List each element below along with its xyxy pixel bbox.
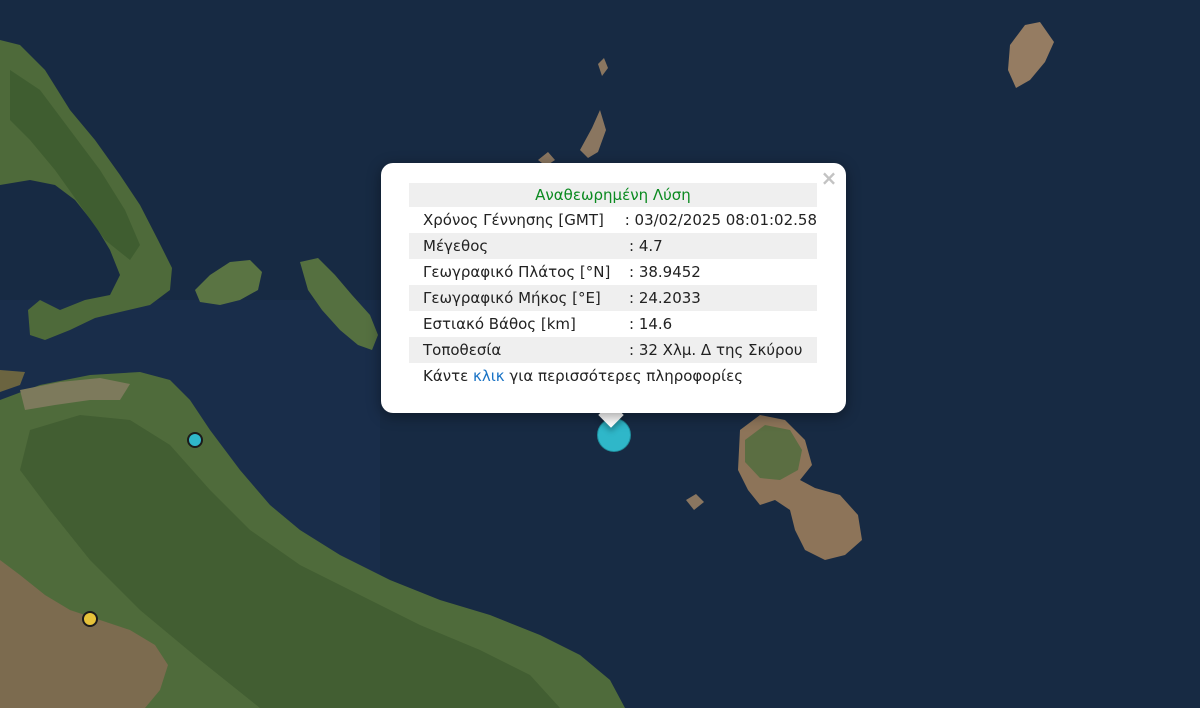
row-value: : 38.9452 [629, 263, 701, 281]
popup-title: Αναθεωρημένη Λύση [409, 183, 817, 207]
row-value: : 24.2033 [629, 289, 701, 307]
earthquake-marker[interactable] [187, 432, 203, 448]
info-row-longitude: Γεωγραφικό Μήκος [°E] : 24.2033 [409, 285, 817, 311]
row-value: : 4.7 [629, 237, 663, 255]
more-info-prefix: Κάντε [423, 367, 474, 385]
more-info-line: Κάντε κλικ για περισσότερες πληροφορίες [409, 363, 817, 389]
info-table: Αναθεωρημένη Λύση Χρόνος Γέννησης [GMT] … [409, 183, 817, 389]
more-info-suffix: για περισσότερες πληροφορίες [504, 367, 743, 385]
earthquake-info-popup: × Αναθεωρημένη Λύση Χρόνος Γέννησης [GMT… [381, 163, 846, 413]
info-row-magnitude: Μέγεθος : 4.7 [409, 233, 817, 259]
row-value: : 14.6 [629, 315, 673, 333]
close-button[interactable]: × [820, 167, 838, 189]
info-row-origin-time: Χρόνος Γέννησης [GMT] : 03/02/2025 08:01… [409, 207, 817, 233]
row-label: Τοποθεσία [423, 341, 502, 359]
more-info-link[interactable]: κλικ [473, 367, 505, 385]
row-value: : 32 Χλμ. Δ της Σκύρου [629, 341, 803, 359]
row-label: Γεωγραφικό Πλάτος [°N] [423, 263, 611, 281]
row-label: Εστιακό Βάθος [km] [423, 315, 576, 333]
row-label: Μέγεθος [423, 237, 489, 255]
row-label: Γεωγραφικό Μήκος [°E] [423, 289, 601, 307]
info-row-location: Τοποθεσία : 32 Χλμ. Δ της Σκύρου [409, 337, 817, 363]
info-row-depth: Εστιακό Βάθος [km] : 14.6 [409, 311, 817, 337]
info-row-latitude: Γεωγραφικό Πλάτος [°N] : 38.9452 [409, 259, 817, 285]
earthquake-marker[interactable] [82, 611, 98, 627]
row-label: Χρόνος Γέννησης [GMT] [423, 211, 604, 229]
row-value: : 03/02/2025 08:01:02.58 [624, 211, 817, 229]
